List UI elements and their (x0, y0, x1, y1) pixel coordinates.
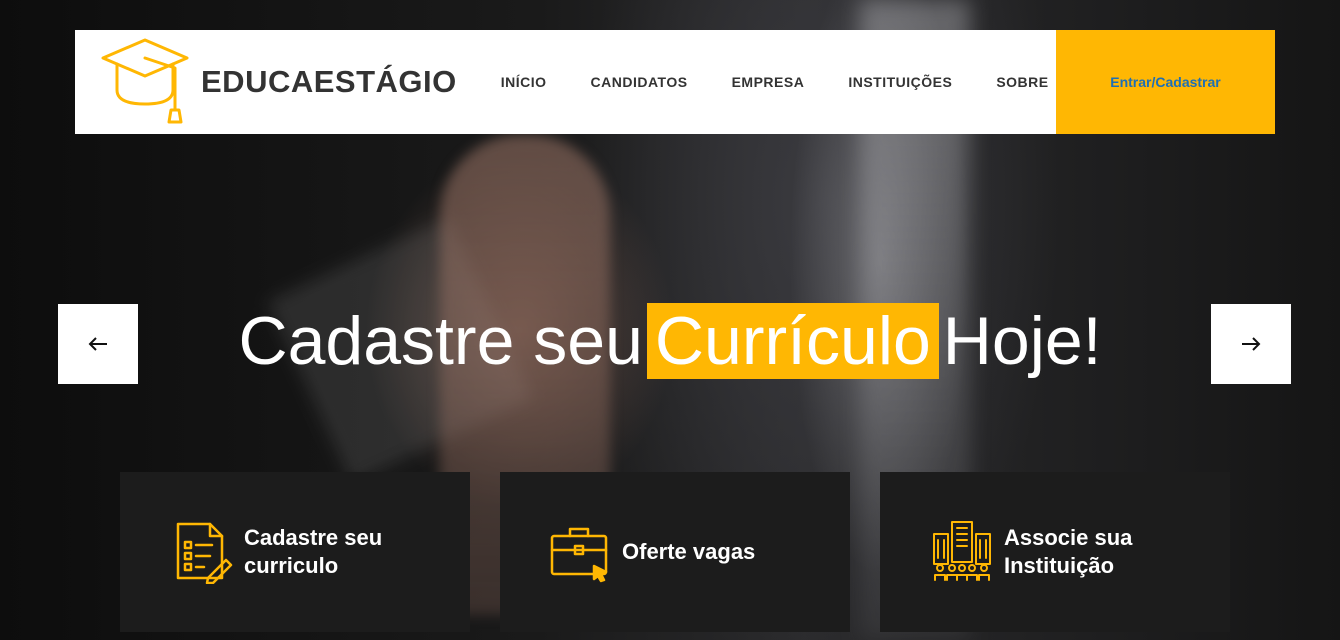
nav-item-instituicoes[interactable]: INSTITUIÇÕES (848, 74, 952, 90)
logo[interactable]: EDUCAESTÁGIO (95, 32, 457, 132)
nav-item-empresa[interactable]: EMPRESA (732, 74, 805, 90)
graduation-cap-icon (101, 38, 189, 124)
headline-highlight: Currículo (646, 303, 939, 379)
card-label: Associe sua Instituição (1004, 525, 1133, 578)
nav-item-sobre[interactable]: SOBRE (996, 74, 1048, 90)
site-header: EDUCAESTÁGIO INÍCIO CANDIDATOS EMPRESA I… (75, 30, 1275, 134)
resume-document-icon (176, 522, 233, 584)
card-label: Cadastre seu curriculo (244, 525, 383, 578)
brand-name: EDUCAESTÁGIO (201, 64, 457, 99)
nav-item-candidatos[interactable]: CANDIDATOS (591, 74, 688, 90)
main-nav: INÍCIO CANDIDATOS EMPRESA INSTITUIÇÕES S… (501, 74, 1093, 90)
hero-headline: Cadastre seu Currículo Hoje! (0, 296, 1340, 386)
headline-text-end: Hoje! (942, 303, 1102, 379)
card-associate-institution[interactable]: Associe sua Instituição (880, 472, 1230, 632)
arrow-right-icon (1242, 337, 1261, 351)
briefcase-icon (550, 527, 608, 583)
building-people-icon (933, 521, 991, 581)
card-label: Oferte vagas (622, 539, 756, 564)
hero-section: EDUCAESTÁGIO INÍCIO CANDIDATOS EMPRESA I… (0, 0, 1340, 640)
login-register-button[interactable]: Entrar/Cadastrar (1056, 30, 1275, 134)
card-offer-jobs[interactable]: Oferte vagas (500, 472, 850, 632)
nav-item-inicio[interactable]: INÍCIO (501, 74, 547, 90)
headline-text-start: Cadastre seu (238, 303, 643, 379)
slider-next-button[interactable] (1211, 304, 1291, 384)
card-register-resume[interactable]: Cadastre seu curriculo (120, 472, 470, 632)
